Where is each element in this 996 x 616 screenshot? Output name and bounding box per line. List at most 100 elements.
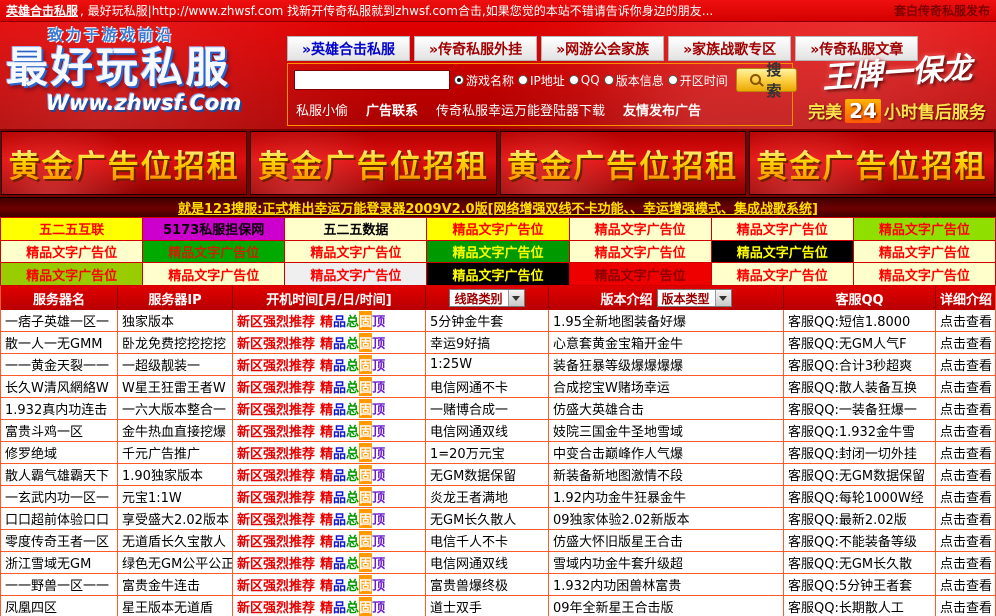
tab-hero-combo-sifu[interactable]: »英雄合击私服 [287,36,410,61]
server-name-link[interactable]: 散一人一无GMM [5,333,103,352]
link-launcher-download[interactable]: 传奇私服幸运万能登陆器下载 [436,100,605,119]
server-name-link[interactable]: 长久W清风網絡W [5,377,109,396]
server-name-link[interactable]: 散人霸气雄霸天下 [5,465,109,484]
version-type-select[interactable]: 版本类型 [657,289,732,307]
detail-view-link[interactable]: 点击查看 [940,575,992,594]
server-name-link[interactable]: 修罗绝域 [5,443,57,462]
new-zone-recommend-link[interactable]: 新区强烈推荐 [237,597,315,616]
detail-view-link[interactable]: 点击查看 [940,311,992,330]
tab-family-zhan-ge[interactable]: »家族战歌专区 [668,36,791,61]
text-ad-cell[interactable]: 精品文字广告位 [1,263,142,285]
link-sifu-xiaotou[interactable]: 私服小偷 [296,100,348,119]
detail-view-link[interactable]: 点击查看 [940,377,992,396]
detail-cell: 点击查看 [936,486,996,507]
new-zone-recommend-link[interactable]: 新区强烈推荐 [237,531,315,550]
text-ad-cell[interactable]: 精品文字广告位 [570,218,711,240]
top-tag-char: 总 [346,355,359,374]
gold-ad-banner[interactable]: 黄金广告位招租 [1,131,247,195]
server-name-link[interactable]: 1.932真内功连击 [5,399,107,418]
text-ad-cell[interactable]: 精品文字广告位 [427,241,568,263]
text-ad-cell[interactable]: 精品文字广告位 [570,241,711,263]
detail-view-link[interactable]: 点击查看 [940,487,992,506]
notice-link[interactable]: 就是123搜服:正式推出幸运万能登录器2009V2.0版[网络增强双线不卡功能、… [178,198,818,217]
text-ad-cell[interactable]: 精品文字广告位 [854,241,995,263]
server-name-link[interactable]: 一一野兽一区一一 [5,575,109,594]
text-ad-cell[interactable]: 精品文字广告位 [1,241,142,263]
radio-ip[interactable]: IP地址 [518,72,565,89]
new-zone-recommend-link[interactable]: 新区强烈推荐 [237,509,315,528]
detail-view-link[interactable]: 点击查看 [940,509,992,528]
new-zone-recommend-link[interactable]: 新区强烈推荐 [237,575,315,594]
text-ad-cell[interactable]: 精品文字广告位 [712,241,853,263]
detail-view-link[interactable]: 点击查看 [940,399,992,418]
tab-guild-family[interactable]: »网游公会家族 [541,36,664,61]
detail-view-link[interactable]: 点击查看 [940,333,992,352]
top-tag-char: 顶 [372,355,385,374]
text-ad-cell[interactable]: 5173私服担保网 [143,218,284,240]
table-row: 一一黄金天裂一一一超级靓装一新区强烈推荐精品总固顶1:25W装备狂暴等级爆爆爆爆… [1,354,995,376]
new-zone-recommend-link[interactable]: 新区强烈推荐 [237,465,315,484]
server-name-link[interactable]: 一痞子英雄一区一 [5,311,109,330]
text-ad-cell[interactable]: 精品文字广告位 [143,263,284,285]
top-tag-char: 精 [320,487,333,506]
detail-cell: 点击查看 [936,574,996,595]
text-ad-cell[interactable]: 五二五互联 [1,218,142,240]
text-ad-cell[interactable]: 精品文字广告位 [427,263,568,285]
server-name-link[interactable]: 一一黄金天裂一一 [5,355,109,374]
search-button[interactable]: 搜索 [736,68,797,92]
new-zone-recommend-link[interactable]: 新区强烈推荐 [237,443,315,462]
text-ad-cell[interactable]: 精品文字广告位 [854,218,995,240]
link-friend-ad[interactable]: 友情发布广告 [623,100,701,119]
new-zone-recommend-link[interactable]: 新区强烈推荐 [237,377,315,396]
server-name-cell: 1.932真内功连击 [1,398,118,419]
search-input[interactable] [294,70,450,90]
new-zone-recommend-link[interactable]: 新区强烈推荐 [237,421,315,440]
text-ad-cell[interactable]: 五二五数据 [285,218,426,240]
text-ad-cell[interactable]: 精品文字广告位 [285,263,426,285]
text-ad-cell[interactable]: 精品文字广告位 [712,263,853,285]
server-name-link[interactable]: 零度传奇王者一区 [5,531,109,550]
radio-version-info[interactable]: 版本信息 [604,72,664,89]
top-tag-char: 精 [320,531,333,550]
text-ad-cell[interactable]: 精品文字广告位 [285,241,426,263]
radio-qq[interactable]: QQ [569,73,600,87]
text-ad-cell[interactable]: 精品文字广告位 [143,241,284,263]
detail-view-link[interactable]: 点击查看 [940,553,992,572]
topbar-right-ad-link[interactable]: 套白传奇私服发布 [894,2,990,19]
new-zone-recommend-link[interactable]: 新区强烈推荐 [237,311,315,330]
line-type-select[interactable]: 线路类别 [449,289,524,307]
server-name-link[interactable]: 凤凰四区 [5,597,57,616]
link-ad-contact[interactable]: 广告联系 [366,100,418,119]
detail-view-link[interactable]: 点击查看 [940,597,992,616]
detail-cell: 点击查看 [936,354,996,375]
new-zone-recommend-link[interactable]: 新区强烈推荐 [237,355,315,374]
new-zone-recommend-link[interactable]: 新区强烈推荐 [237,399,315,418]
detail-view-link[interactable]: 点击查看 [940,443,992,462]
text-ad-cell[interactable]: 精品文字广告位 [854,263,995,285]
text-ad-cell[interactable]: 精品文字广告位 [712,218,853,240]
new-zone-recommend-link[interactable]: 新区强烈推荐 [237,333,315,352]
line-type-cell: 电信网通不卡 [426,376,549,397]
detail-view-link[interactable]: 点击查看 [940,355,992,374]
detail-view-link[interactable]: 点击查看 [940,465,992,484]
radio-open-time[interactable]: 开区时间 [668,72,728,89]
gold-ad-banner[interactable]: 黄金广告位招租 [250,131,496,195]
site-logo[interactable]: 致力于游戏前沿 最好玩私服 Www.zhwsf.Com [6,24,284,115]
radio-game-name[interactable]: 游戏名称 [454,72,514,89]
detail-view-link[interactable]: 点击查看 [940,421,992,440]
new-zone-recommend-link[interactable]: 新区强烈推荐 [237,487,315,506]
text-ad-cell[interactable]: 精品文字广告位 [570,263,711,285]
new-zone-recommend-link[interactable]: 新区强烈推荐 [237,553,315,572]
server-name-link[interactable]: 富贵斗鸡一区 [5,421,83,440]
topbar-keyword-link[interactable]: 英雄合击私服 [6,4,78,18]
server-name-link[interactable]: 口口超前体验口口 [5,509,109,528]
server-name-link[interactable]: 浙江雪域无GM [5,553,91,572]
text-ad-cell[interactable]: 精品文字广告位 [427,218,568,240]
detail-view-link[interactable]: 点击查看 [940,531,992,550]
gold-ad-banner[interactable]: 黄金广告位招租 [500,131,746,195]
gold-ad-banner[interactable]: 黄金广告位招租 [749,131,995,195]
promo-banner[interactable]: 王牌一保龙 完美24小时售后服务 [798,22,996,129]
top-tag-char: 固 [359,399,372,418]
server-name-link[interactable]: 一玄武内功一区一 [5,487,109,506]
tab-chuanqi-waigua[interactable]: »传奇私服外挂 [414,36,537,61]
